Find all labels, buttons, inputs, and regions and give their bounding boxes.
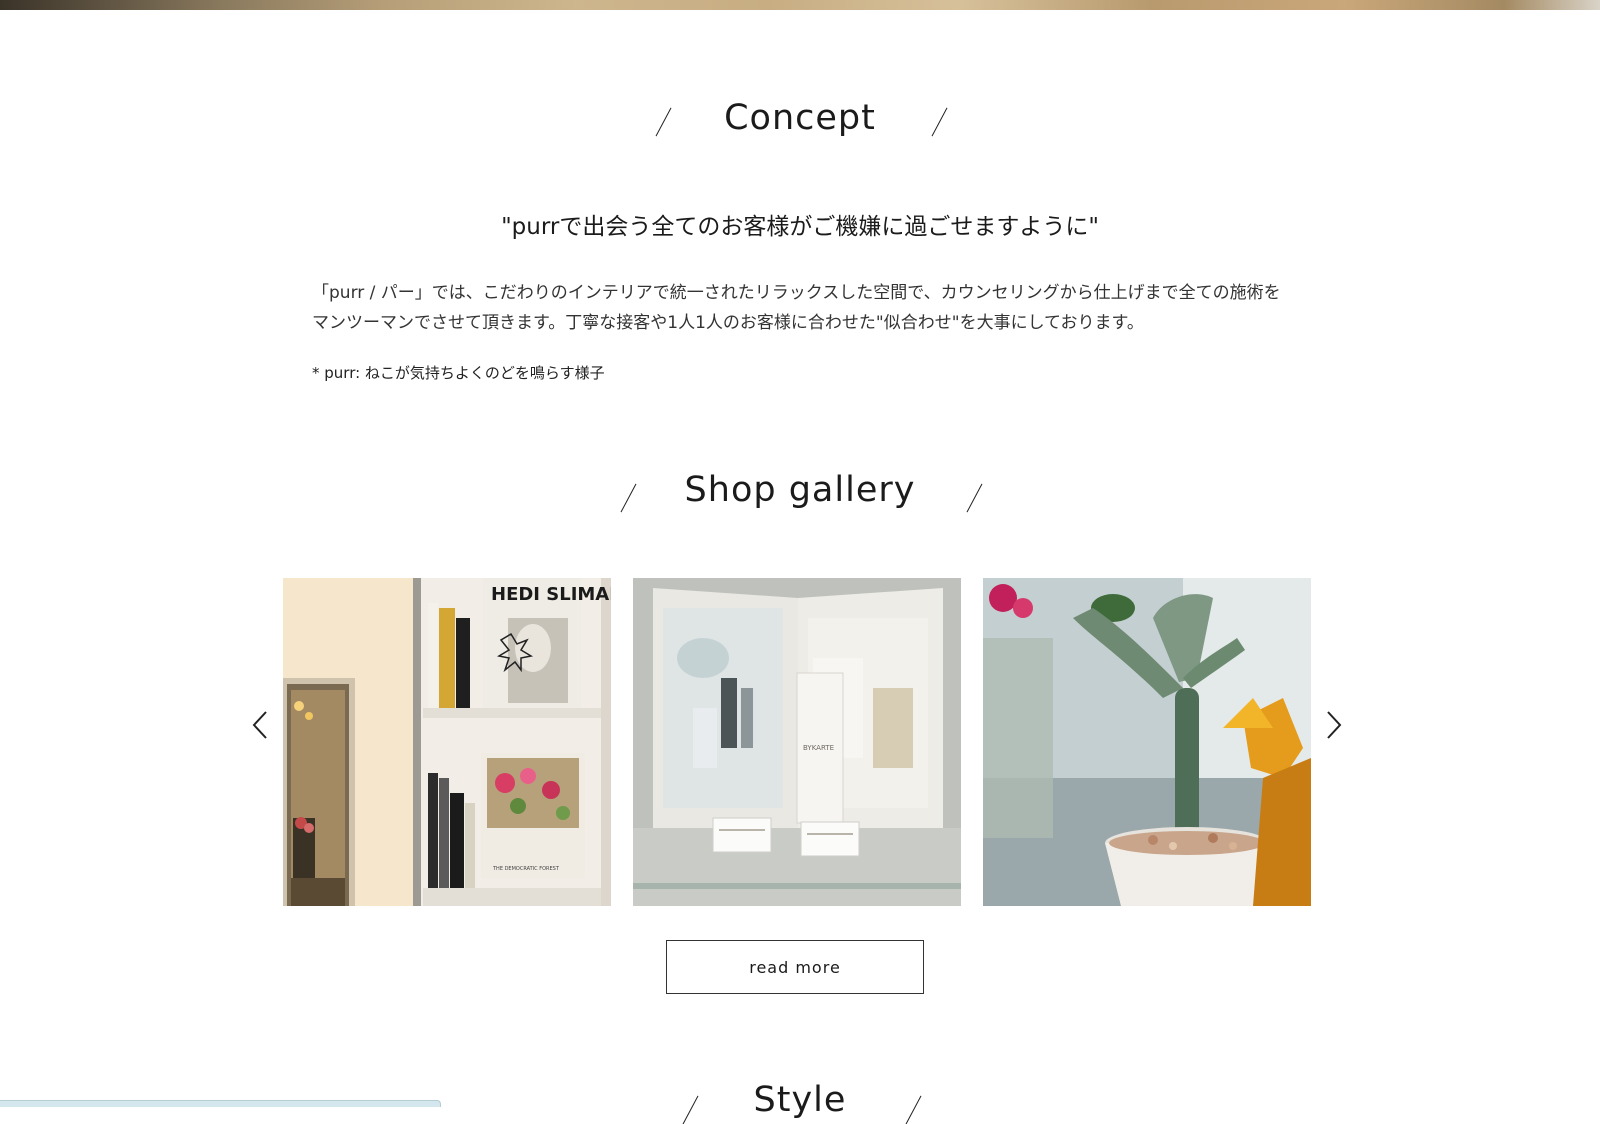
concept-footnote: * purr: ねこが気持ちよくのどを鳴らす様子 [312, 364, 605, 382]
product-label-text: BYKARTE [803, 744, 834, 752]
chevron-left-icon[interactable] [248, 708, 274, 742]
gallery-image-cactus[interactable] [983, 578, 1311, 906]
book-bottom-text: THE DEMOCRATIC FOREST [492, 866, 560, 872]
gallery-title: Shop gallery [684, 470, 916, 510]
concept-body: 「purr / パー」では、こだわりのインテリアで統一されたリラックスした空間で… [312, 283, 1281, 333]
book-title-text: HEDI SLIMANE [491, 584, 611, 605]
gallery-carousel: HEDI SLIMANE THE DEMOCRATIC FOREST [283, 578, 1317, 907]
concept-title: Concept [724, 98, 876, 138]
read-more-button[interactable]: read more [666, 940, 924, 994]
hero-image-edge [0, 0, 1600, 10]
gallery-image-products[interactable]: BYKARTE [633, 578, 961, 906]
concept-tagline: "purrで出会う全てのお客様がご機嫌に過ごせますように" [501, 214, 1099, 240]
chevron-right-icon[interactable] [1320, 708, 1346, 742]
gallery-image-bookshelf[interactable]: HEDI SLIMANE THE DEMOCRATIC FOREST [283, 578, 611, 906]
